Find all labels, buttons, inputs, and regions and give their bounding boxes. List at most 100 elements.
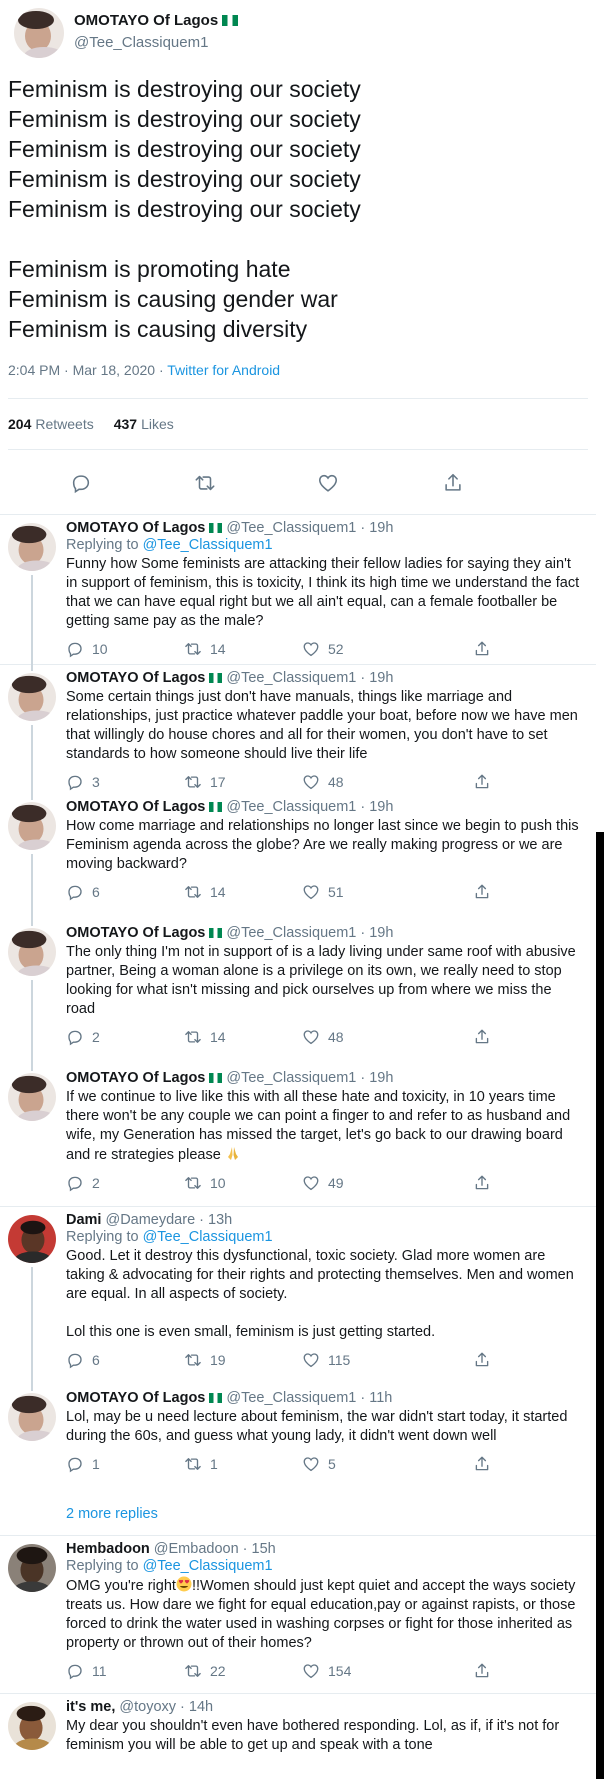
replying-to-link[interactable]: @Tee_Classiquem1 (143, 1558, 273, 1574)
avatar[interactable] (8, 802, 56, 850)
source-link[interactable]: Twitter for Android (167, 362, 280, 378)
author-handle[interactable]: @Tee_Classiquem1 (226, 670, 356, 686)
retweet-icon (185, 886, 201, 898)
like-button[interactable]: 48 (302, 1028, 344, 1046)
author-handle[interactable]: @Tee_Classiquem1 (226, 1070, 356, 1086)
author-handle[interactable]: @Tee_Classiquem1 (74, 34, 208, 51)
author-name[interactable]: it's me, (66, 1699, 115, 1715)
avatar[interactable] (8, 1215, 56, 1263)
reply-button[interactable]: 1 (66, 1455, 100, 1473)
author-name[interactable]: OMOTAYO Of Lagos (66, 1070, 205, 1086)
timestamp-text[interactable]: 2:04 PM · Mar 18, 2020 · (8, 362, 167, 378)
reply-time[interactable]: · 13h (195, 1212, 232, 1228)
like-button[interactable]: 51 (302, 883, 344, 901)
reply-text: Good. Let it destroy this dysfunctional,… (66, 1248, 574, 1340)
avatar[interactable] (14, 8, 64, 58)
reply-button[interactable]: 6 (66, 883, 100, 901)
reply-button[interactable]: 11 (66, 1662, 107, 1680)
share-button[interactable] (473, 1351, 499, 1369)
like-button[interactable]: 154 (302, 1662, 351, 1680)
reply-actions: 10 14 52 (66, 631, 596, 667)
avatar[interactable] (8, 1073, 56, 1121)
show-more-replies-link[interactable]: 2 more replies (0, 1492, 596, 1536)
author-handle[interactable]: @toyoxy (119, 1699, 176, 1715)
like-button[interactable]: 49 (302, 1174, 344, 1192)
share-button[interactable] (473, 1028, 499, 1046)
like-button[interactable]: 115 (302, 1351, 350, 1369)
author-name[interactable]: OMOTAYO Of Lagos (66, 799, 205, 815)
reply-tweet[interactable]: OMOTAYO Of Lagos @Tee_Classiquem1 · 19h H… (0, 794, 596, 920)
retweet-button[interactable]: 22 (184, 1662, 226, 1680)
share-icon[interactable] (442, 472, 464, 494)
reply-button[interactable]: 2 (66, 1028, 100, 1046)
avatar[interactable] (8, 1702, 56, 1750)
reply-time[interactable]: · 19h (356, 799, 393, 815)
replying-to-link[interactable]: @Tee_Classiquem1 (143, 1229, 273, 1245)
likes-stat[interactable]: 437 Likes (114, 416, 174, 432)
reply-time[interactable]: · 14h (176, 1699, 213, 1715)
like-button[interactable]: 52 (302, 640, 344, 658)
author-handle[interactable]: @Embadoon (154, 1541, 239, 1557)
reply-time[interactable]: · 19h (356, 925, 393, 941)
author-handle[interactable]: @Tee_Classiquem1 (226, 1390, 356, 1406)
share-button[interactable] (473, 1455, 499, 1473)
author-name[interactable]: OMOTAYO Of Lagos (66, 670, 205, 686)
retweet-button[interactable]: 14 (184, 1028, 226, 1046)
like-button[interactable]: 48 (302, 773, 344, 791)
author-name[interactable]: OMOTAYO Of Lagos (66, 520, 205, 536)
reply-tweet[interactable]: OMOTAYO Of Lagos @Tee_Classiquem1 · 19h T… (0, 920, 596, 1065)
share-button[interactable] (473, 883, 499, 901)
reply-button[interactable]: 3 (66, 773, 100, 791)
author-name[interactable]: Dami (66, 1212, 101, 1228)
reply-icon (68, 775, 82, 791)
author-handle[interactable]: @Dameydare (105, 1212, 195, 1228)
author-name[interactable]: OMOTAYO Of Lagos (66, 1390, 205, 1406)
share-button[interactable] (473, 1662, 499, 1680)
share-button[interactable] (473, 773, 499, 791)
reply-tweet[interactable]: OMOTAYO Of Lagos @Tee_Classiquem1 · 19h I… (0, 1065, 596, 1207)
reply-time[interactable]: · 11h (356, 1390, 392, 1406)
reply-icon[interactable] (70, 472, 92, 494)
avatar[interactable] (8, 1544, 56, 1592)
like-icon (303, 642, 319, 657)
avatar[interactable] (8, 673, 56, 721)
retweet-button[interactable]: 14 (184, 883, 226, 901)
author-handle[interactable]: @Tee_Classiquem1 (226, 925, 356, 941)
author-name[interactable]: Hembadoon (66, 1541, 150, 1557)
reply-button[interactable]: 6 (66, 1351, 100, 1369)
retweet-icon (185, 1031, 201, 1043)
reply-tweet[interactable]: Dami @Dameydare · 13h Replying to @Tee_Cl… (0, 1207, 596, 1385)
retweet-button[interactable]: 17 (184, 773, 226, 791)
avatar[interactable] (8, 928, 56, 976)
author-name[interactable]: OMOTAYO Of Lagos (66, 925, 205, 941)
retweet-button[interactable]: 19 (184, 1351, 226, 1369)
like-button[interactable]: 5 (302, 1455, 336, 1473)
retweet-button[interactable]: 10 (184, 1174, 226, 1192)
author-handle[interactable]: @Tee_Classiquem1 (226, 799, 356, 815)
reply-tweet[interactable]: OMOTAYO Of Lagos @Tee_Classiquem1 · 19h R… (0, 515, 596, 665)
reply-button[interactable]: 10 (66, 640, 108, 658)
reply-button[interactable]: 2 (66, 1174, 100, 1192)
reply-time[interactable]: · 15h (239, 1541, 276, 1557)
reply-tweet[interactable]: Hembadoon @Embadoon · 15h Replying to @Te… (0, 1536, 596, 1694)
reply-time[interactable]: · 19h (356, 1070, 393, 1086)
reply-time[interactable]: · 19h (356, 520, 393, 536)
retweet-button[interactable]: 1 (184, 1455, 218, 1473)
retweets-stat[interactable]: 204 Retweets (8, 416, 94, 432)
replying-to-link[interactable]: @Tee_Classiquem1 (143, 537, 273, 553)
author-handle[interactable]: @Tee_Classiquem1 (226, 520, 356, 536)
avatar[interactable] (8, 523, 56, 571)
reply-tweet[interactable]: OMOTAYO Of Lagos @Tee_Classiquem1 · 19h S… (0, 665, 596, 794)
thread-connector (31, 1065, 33, 1071)
share-button[interactable] (473, 1174, 499, 1192)
reply-time[interactable]: · 19h (356, 670, 393, 686)
folded-hands-emoji-icon (227, 1147, 238, 1160)
reply-tweet[interactable]: it's me, @toyoxy · 14h My dear you should… (0, 1694, 596, 1774)
author-name[interactable]: OMOTAYO Of Lagos (74, 12, 239, 29)
reply-tweet[interactable]: OMOTAYO Of Lagos @Tee_Classiquem1 · 11h L… (0, 1385, 596, 1492)
retweet-icon[interactable] (194, 472, 216, 494)
retweet-button[interactable]: 14 (184, 640, 226, 658)
like-icon[interactable] (317, 472, 339, 494)
avatar[interactable] (8, 1393, 56, 1441)
share-button[interactable] (473, 640, 499, 658)
